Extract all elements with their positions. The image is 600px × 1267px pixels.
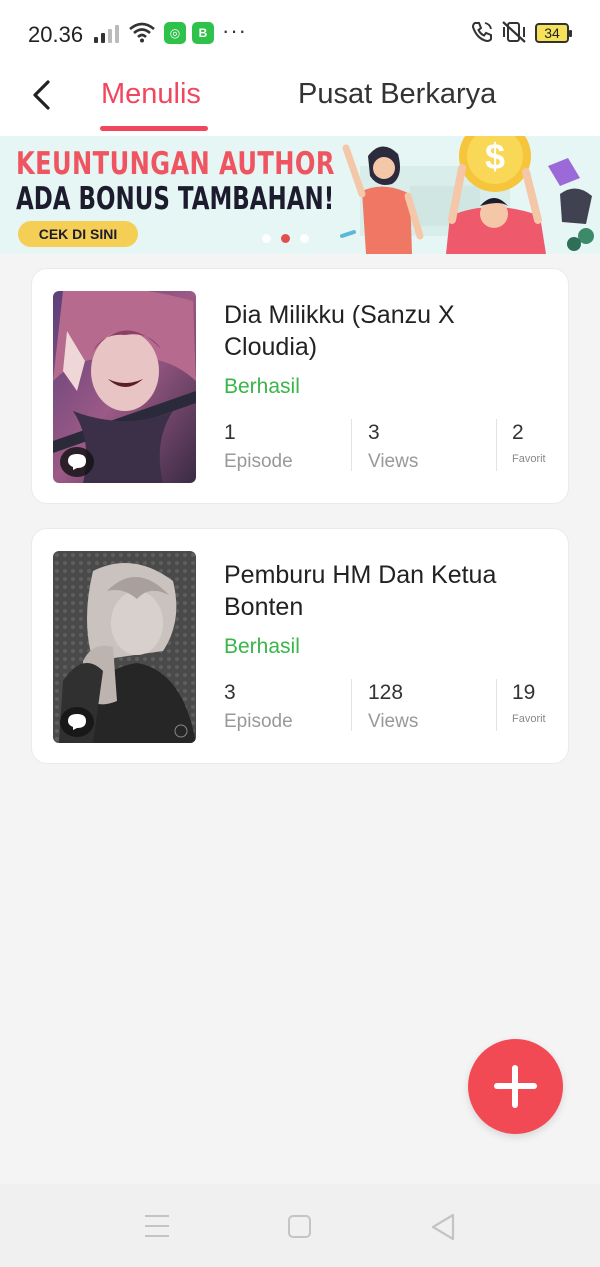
- episode-count: 1 Episode: [224, 421, 293, 473]
- banner-illustration: $: [340, 136, 594, 254]
- favorite-count-value: 2: [512, 421, 524, 444]
- episode-count-value: 1: [224, 421, 236, 444]
- story-cover-image[interactable]: [53, 291, 196, 483]
- banner-subheadline: ADA BONUS TAMBAHAN!: [16, 181, 335, 217]
- tab-pusat-berkarya[interactable]: Pusat Berkarya: [298, 78, 496, 111]
- favorite-count: 19 Favorit: [512, 681, 546, 725]
- story-status: Berhasil: [224, 375, 300, 398]
- top-header: Menulis Pusat Berkarya: [0, 68, 600, 136]
- comment-icon: [60, 447, 94, 477]
- home-icon[interactable]: [288, 1215, 311, 1238]
- business-notification-icon: B: [192, 22, 214, 44]
- story-status: Berhasil: [224, 635, 300, 658]
- back-button[interactable]: [22, 74, 62, 114]
- banner-dot: [262, 234, 271, 243]
- vibrate-icon: [500, 20, 528, 49]
- stat-divider: [496, 419, 497, 471]
- views-count: 128 Views: [368, 681, 418, 733]
- tab-menulis[interactable]: Menulis: [101, 78, 201, 111]
- views-count: 3 Views: [368, 421, 418, 473]
- views-count-label: Views: [368, 711, 419, 732]
- comment-icon: [60, 707, 94, 737]
- banner-headline: KEUNTUNGAN AUTHOR: [16, 146, 335, 182]
- episode-count-label: Episode: [224, 711, 293, 732]
- views-count-value: 128: [368, 681, 404, 704]
- active-tab-indicator: [100, 126, 208, 131]
- app-notification-icon: ◎: [164, 22, 186, 44]
- episode-count-label: Episode: [224, 451, 293, 472]
- favorite-count-label: Favorit: [512, 453, 546, 465]
- episode-count-value: 3: [224, 681, 236, 704]
- story-title[interactable]: Pemburu HM Dan Ketua Bonten: [224, 559, 544, 623]
- wifi-icon: [128, 21, 156, 48]
- stat-divider: [351, 419, 352, 471]
- story-card[interactable]: Dia Milikku (Sanzu X Cloudia) Berhasil 1…: [31, 268, 569, 504]
- menu-icon[interactable]: [145, 1215, 169, 1237]
- stat-divider: [351, 679, 352, 731]
- views-count-label: Views: [368, 451, 419, 472]
- signal-icon: [94, 25, 122, 43]
- story-card[interactable]: Pemburu HM Dan Ketua Bonten Berhasil 3 E…: [31, 528, 569, 764]
- add-story-button[interactable]: [468, 1039, 563, 1134]
- battery-icon: 34: [535, 23, 572, 43]
- chevron-left-icon: [33, 80, 50, 110]
- status-time: 20.36: [28, 22, 84, 47]
- story-title[interactable]: Dia Milikku (Sanzu X Cloudia): [224, 299, 544, 363]
- system-nav-bar: [0, 1184, 600, 1267]
- status-bar: 20.36 ◎ B ··· 34: [0, 0, 600, 68]
- favorite-count-value: 19: [512, 681, 536, 704]
- svg-text:$: $: [485, 136, 505, 177]
- triangle-back-icon[interactable]: [430, 1213, 456, 1246]
- episode-count: 3 Episode: [224, 681, 293, 733]
- banner-cta-button[interactable]: CEK DI SINI: [18, 221, 138, 247]
- wifi-call-icon: [470, 20, 494, 49]
- story-cover-image[interactable]: [53, 551, 196, 743]
- views-count-value: 3: [368, 421, 380, 444]
- banner-dot-active: [281, 234, 290, 243]
- favorite-count-label: Favorit: [512, 713, 546, 725]
- favorite-count: 2 Favorit: [512, 421, 546, 465]
- more-notifications-icon: ···: [222, 18, 247, 43]
- stat-divider: [496, 679, 497, 731]
- promo-banner[interactable]: KEUNTUNGAN AUTHOR ADA BONUS TAMBAHAN! CE…: [0, 136, 600, 254]
